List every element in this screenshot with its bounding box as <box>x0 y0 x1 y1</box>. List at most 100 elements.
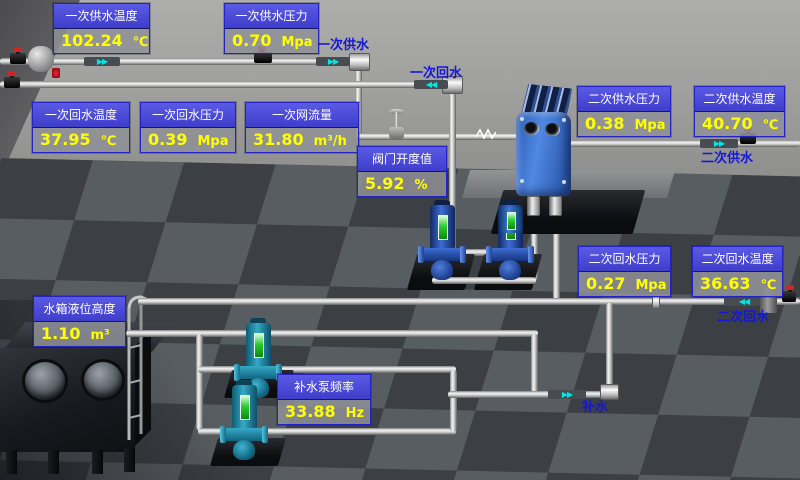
tank-manhole-right <box>84 362 122 398</box>
readout-primary-return-pressure: 一次回水压力 0.39Mpa <box>140 102 236 153</box>
readout-unit: % <box>414 178 427 193</box>
readout-title: 水箱液位高度 <box>34 297 125 322</box>
pump-volute <box>431 260 453 280</box>
readout-title: 一次网流量 <box>246 103 358 128</box>
readout-title: 一次回水温度 <box>33 103 129 128</box>
pump-run-indicator <box>240 395 250 420</box>
readout-value: 0.70 <box>232 31 271 50</box>
pump-run-indicator <box>438 215 448 240</box>
valve-primary-supply-inlet[interactable] <box>10 53 26 64</box>
pipe-tag-secondary-return: 二次回水 <box>717 306 769 325</box>
readout-value: 36.63 <box>700 274 751 293</box>
pipe-primary-supply-to-hx <box>356 133 522 140</box>
compensator-icon <box>476 127 496 141</box>
flow-arrow-right: ▶▶ <box>548 390 586 399</box>
readout-value: 31.80 <box>253 130 304 149</box>
water-tank[interactable] <box>0 348 135 452</box>
readout-value: 33.88 <box>285 402 336 421</box>
pump-volute <box>233 440 255 460</box>
readout-value: 0.27 <box>586 274 625 293</box>
readout-primary-supply-temp: 一次供水温度 102.24 ℃ <box>53 3 150 54</box>
valve-body <box>4 77 20 88</box>
plate-heat-exchanger[interactable] <box>516 84 574 208</box>
readout-title: 阀门开度值 <box>358 147 446 172</box>
valve-handle-red <box>786 285 794 290</box>
tank-leg <box>92 450 103 474</box>
flow-arrow-left: ◀◀ <box>724 297 764 306</box>
readout-unit: Mpa <box>635 278 666 293</box>
readout-valve-opening: 阀门开度值 5.92% <box>357 146 447 197</box>
pipe-secondary-supply <box>562 140 800 147</box>
tank-manhole-left <box>25 362 65 400</box>
readout-value: 0.39 <box>148 130 187 149</box>
readout-makeup-pump-frequency: 补水泵频率 33.88 Hz <box>277 374 371 425</box>
makeup-pump-2[interactable] <box>220 380 268 466</box>
readout-unit: Mpa <box>634 118 665 133</box>
valve-body <box>782 291 796 302</box>
hx-auxiliary-pump <box>500 207 522 233</box>
flow-arrow-right: ▶▶ <box>316 57 350 66</box>
readout-title: 二次回水温度 <box>693 247 782 272</box>
flow-arrow-right: ▶▶ <box>84 57 120 66</box>
readout-title: 一次供水温度 <box>54 4 149 29</box>
readout-title: 二次供水温度 <box>695 87 784 112</box>
valve-secondary-return[interactable] <box>782 291 796 302</box>
readout-unit: Mpa <box>281 35 312 50</box>
readout-value: 5.92 <box>365 174 404 193</box>
hx-port-right <box>545 123 560 136</box>
pipe-tag-secondary-supply: 二次供水 <box>701 147 753 166</box>
readout-unit: m³ <box>90 328 109 343</box>
flange <box>349 53 370 71</box>
readout-unit: m³/h <box>314 134 347 149</box>
dirt-separator <box>28 46 54 72</box>
pressure-gauge-red <box>52 68 60 78</box>
readout-primary-flow: 一次网流量 31.80 m³/h <box>245 102 359 153</box>
readout-secondary-return-pressure: 二次回水压力 0.27 Mpa <box>578 246 671 297</box>
readout-value: 1.10 <box>41 324 80 343</box>
pipe-loop-right <box>450 370 457 432</box>
readout-unit: ℃ <box>101 134 117 149</box>
valve-handle-red <box>8 71 16 76</box>
readout-title: 补水泵频率 <box>278 375 370 400</box>
tank-leg <box>124 448 135 472</box>
pipe-tag-makeup-water: 补水 <box>582 396 608 415</box>
readout-unit: Mpa <box>197 134 228 149</box>
readout-unit: ℃ <box>763 118 779 133</box>
readout-title: 二次回水压力 <box>579 247 670 272</box>
pipe-primary-return <box>0 81 452 88</box>
readout-unit: ℃ <box>133 35 149 50</box>
readout-unit: ℃ <box>761 278 777 293</box>
pipe-secondary-return <box>138 298 800 305</box>
flow-arrow-left: ◀◀ <box>414 80 448 89</box>
tank-leg <box>6 450 17 474</box>
valve-handle-red <box>14 47 22 52</box>
readout-title: 二次供水压力 <box>578 87 670 112</box>
readout-value: 0.38 <box>585 114 624 133</box>
readout-value: 102.24 <box>61 31 123 50</box>
pipe-tag-primary-supply: 一次供水 <box>317 34 369 53</box>
readout-value: 37.95 <box>40 130 91 149</box>
readout-value: 40.70 <box>702 114 753 133</box>
readout-secondary-supply-pressure: 二次供水压力 0.38 Mpa <box>577 86 671 137</box>
readout-secondary-return-temp: 二次回水温度 36.63 ℃ <box>692 246 783 297</box>
circulation-pump-1[interactable] <box>418 200 466 286</box>
readout-primary-supply-pressure: 一次供水压力 0.70Mpa <box>224 3 319 54</box>
hx-port-left <box>524 122 539 135</box>
readout-unit: Hz <box>346 406 364 421</box>
pipe-tank-outlet <box>126 330 538 337</box>
aux-indicator <box>507 212 516 230</box>
pipe-makeup-riser <box>606 303 613 387</box>
pump-volute <box>499 260 521 280</box>
valve-primary-return-inlet[interactable] <box>4 77 20 88</box>
hmi-heating-station-screen: ▶▶ ▶▶ ◀◀ ▶▶ ◀◀ ▶▶ <box>0 0 800 480</box>
readout-secondary-supply-temp: 二次供水温度 40.70 ℃ <box>694 86 785 137</box>
pump-run-indicator <box>254 333 264 358</box>
readout-primary-return-temp: 一次回水温度 37.95 ℃ <box>32 102 130 153</box>
control-valve[interactable] <box>389 127 404 139</box>
pipe-tag-primary-return: 一次回水 <box>410 62 462 81</box>
tank-leg <box>48 450 59 474</box>
pipe-tank-outlet-drop <box>531 334 538 392</box>
pipe-ring <box>652 295 660 309</box>
pipe-loop-left <box>196 334 203 430</box>
valve-body <box>10 53 26 64</box>
